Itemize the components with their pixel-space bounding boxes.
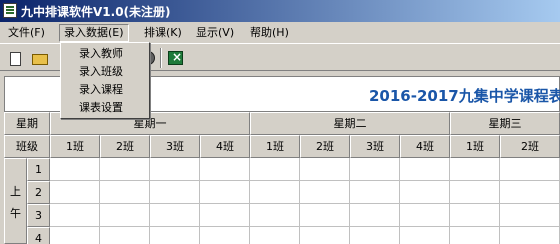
- menu-enter-courses[interactable]: 录入课程: [63, 81, 147, 98]
- header-class-cell: 2班: [500, 135, 560, 158]
- schedule-cell[interactable]: [100, 158, 150, 181]
- schedule-cell[interactable]: [150, 204, 200, 227]
- app-icon: [3, 3, 17, 18]
- schedule-cell[interactable]: [150, 227, 200, 244]
- excel-icon: [168, 50, 183, 65]
- schedule-cell[interactable]: [450, 204, 500, 227]
- schedule-cell[interactable]: [150, 181, 200, 204]
- schedule-cell[interactable]: [50, 204, 100, 227]
- schedule-cell[interactable]: [50, 158, 100, 181]
- schedule-cell[interactable]: [350, 204, 400, 227]
- header-day-wed: 星期三: [450, 112, 560, 135]
- schedule-cell[interactable]: [500, 158, 560, 181]
- export-excel-button[interactable]: [166, 48, 186, 68]
- open-folder-icon: [32, 54, 48, 65]
- schedule-cell[interactable]: [350, 227, 400, 244]
- new-button[interactable]: [6, 48, 26, 68]
- schedule-cell[interactable]: [50, 181, 100, 204]
- menu-enter-classes[interactable]: 录入班级: [63, 63, 147, 80]
- header-class-cell: 1班: [250, 135, 300, 158]
- schedule-cell[interactable]: [400, 181, 450, 204]
- period-number: 3: [27, 204, 50, 227]
- menu-input-data[interactable]: 录入数据(E): [59, 24, 129, 42]
- period-number: 4: [27, 227, 50, 244]
- period-group-char: 上: [10, 185, 21, 198]
- schedule-cell[interactable]: [450, 158, 500, 181]
- schedule-cell[interactable]: [400, 204, 450, 227]
- schedule-cell[interactable]: [250, 227, 300, 244]
- menu-bar: 文件(F) 录入数据(E) 排课(K) 显示(V) 帮助(H): [0, 22, 560, 43]
- header-weekday: 星期: [4, 112, 50, 135]
- schedule-cell[interactable]: [150, 158, 200, 181]
- schedule-cell[interactable]: [400, 227, 450, 244]
- menu-view[interactable]: 显示(V): [192, 24, 238, 42]
- title-bar: 九中排课软件V1.0(未注册): [0, 0, 560, 22]
- schedule-cell[interactable]: [300, 181, 350, 204]
- header-class-cell: 2班: [300, 135, 350, 158]
- schedule-cell[interactable]: [350, 158, 400, 181]
- header-class: 班级: [4, 135, 50, 158]
- header-class-cell: 1班: [450, 135, 500, 158]
- schedule-cell[interactable]: [300, 204, 350, 227]
- header-day-tue: 星期二: [250, 112, 450, 135]
- schedule-cell[interactable]: [500, 204, 560, 227]
- header-class-cell: 1班: [50, 135, 100, 158]
- new-file-icon: [10, 52, 21, 66]
- schedule-cell[interactable]: [450, 181, 500, 204]
- header-class-cell: 2班: [100, 135, 150, 158]
- toolbar-separator: [160, 48, 162, 68]
- period-group-morning: 上 午: [4, 158, 27, 244]
- header-class-cell: 4班: [400, 135, 450, 158]
- period-group-char: 午: [10, 207, 21, 220]
- header-class-cell: 3班: [350, 135, 400, 158]
- menu-help[interactable]: 帮助(H): [246, 24, 293, 42]
- period-number: 2: [27, 181, 50, 204]
- schedule-cell[interactable]: [50, 227, 100, 244]
- schedule-cell[interactable]: [250, 158, 300, 181]
- schedule-cell[interactable]: [100, 204, 150, 227]
- schedule-cell[interactable]: [100, 227, 150, 244]
- input-data-dropdown: 录入教师 录入班级 录入课程 课表设置: [60, 42, 150, 119]
- open-button[interactable]: [30, 48, 50, 68]
- window-title: 九中排课软件V1.0(未注册): [21, 5, 171, 19]
- schedule-cell[interactable]: [200, 158, 250, 181]
- schedule-cell[interactable]: [300, 227, 350, 244]
- header-class-cell: 3班: [150, 135, 200, 158]
- schedule-cell[interactable]: [250, 181, 300, 204]
- menu-schedule[interactable]: 排课(K): [140, 24, 186, 42]
- schedule-cell[interactable]: [100, 181, 150, 204]
- schedule-cell[interactable]: [450, 227, 500, 244]
- sheet-title: 2016-2017九集中学课程表: [369, 87, 560, 105]
- schedule-cell[interactable]: [200, 204, 250, 227]
- header-class-cell: 4班: [200, 135, 250, 158]
- period-number: 1: [27, 158, 50, 181]
- schedule-cell[interactable]: [200, 181, 250, 204]
- schedule-cell[interactable]: [350, 181, 400, 204]
- schedule-cell[interactable]: [500, 181, 560, 204]
- schedule-cell[interactable]: [250, 204, 300, 227]
- schedule-cell[interactable]: [400, 158, 450, 181]
- schedule-cell[interactable]: [500, 227, 560, 244]
- schedule-cell[interactable]: [200, 227, 250, 244]
- schedule-cell[interactable]: [300, 158, 350, 181]
- schedule-grid[interactable]: 星期 星期一 星期二 星期三 班级 1班 2班 3班 4班 1班 2班 3班 4…: [4, 112, 560, 244]
- menu-timetable-settings[interactable]: 课表设置: [63, 99, 147, 116]
- menu-file[interactable]: 文件(F): [4, 24, 49, 42]
- menu-enter-teachers[interactable]: 录入教师: [63, 45, 147, 62]
